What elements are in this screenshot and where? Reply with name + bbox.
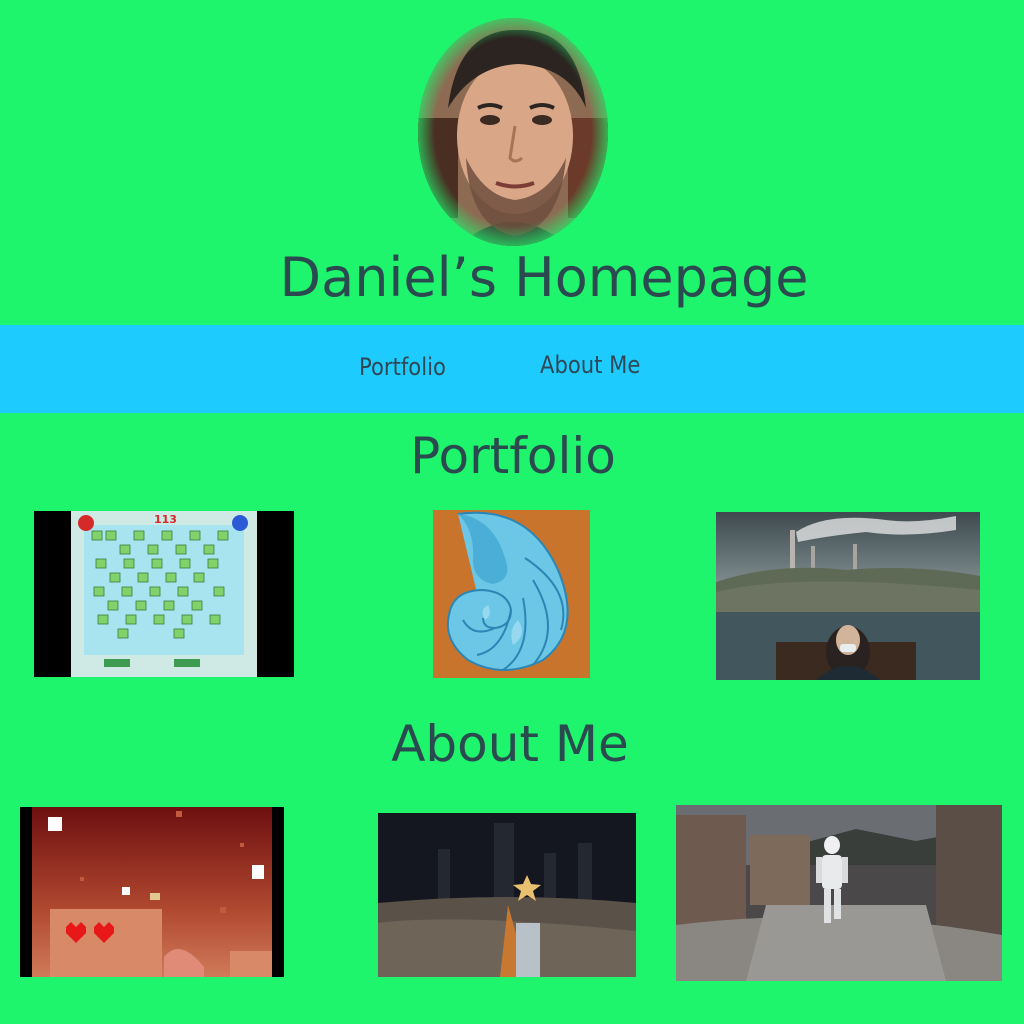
about-thumb-pixel-hearts[interactable]	[20, 807, 284, 977]
portfolio-thumb-puzzle-game[interactable]: 113	[34, 511, 294, 677]
about-me-heading: About Me	[391, 715, 629, 773]
avatar-face-illustration	[418, 18, 608, 246]
star-runner-game-image	[378, 813, 636, 977]
nav-link-portfolio[interactable]: Portfolio	[359, 353, 446, 381]
about-thumb-star-runner[interactable]	[378, 813, 636, 977]
robot-runner-game-image	[676, 805, 1002, 981]
profile-avatar	[418, 18, 608, 246]
nautilus-shell-image	[433, 510, 590, 678]
pixel-hearts-game-image	[20, 807, 284, 977]
puzzle-game-image: 113	[34, 511, 294, 677]
portfolio-thumb-pollution[interactable]	[716, 512, 980, 680]
nav-bar: Portfolio About Me	[0, 325, 1024, 413]
site-title: Daniel’s Homepage	[279, 246, 809, 309]
game-score-text: 113	[154, 513, 177, 526]
homepage: Daniel’s Homepage Portfolio About Me Por…	[0, 0, 1024, 1024]
pollution-landscape-image	[716, 512, 980, 680]
nav-link-about-me[interactable]: About Me	[540, 351, 640, 379]
portfolio-thumb-nautilus[interactable]	[433, 510, 590, 678]
portfolio-heading: Portfolio	[410, 427, 616, 485]
about-thumb-robot-runner[interactable]	[676, 805, 1002, 981]
